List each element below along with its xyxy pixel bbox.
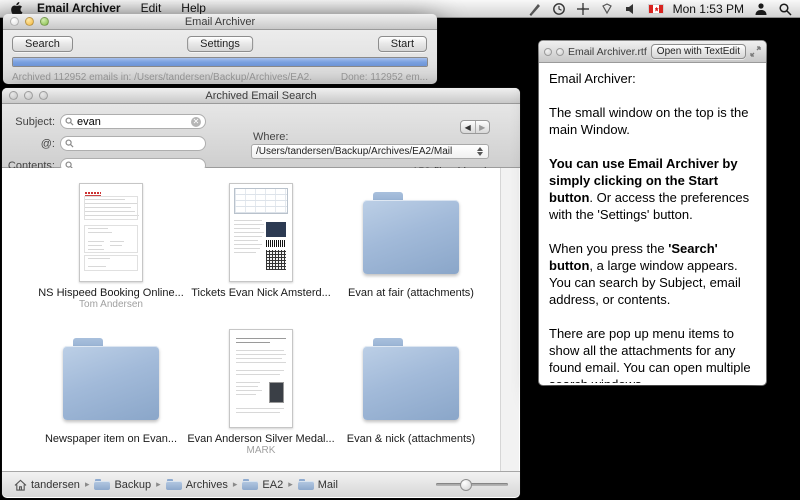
spotlight-search-icon[interactable] [777,1,792,16]
search-icon [65,117,74,126]
zoom-button[interactable] [39,91,48,100]
file-name: Evan at fair (attachments) [348,287,474,299]
folder-icon [298,479,314,490]
search-results-area: NS Hispeed Booking Online...Tom Andersen… [2,168,520,471]
breadcrumb-mail[interactable]: Mail [298,479,338,491]
minimize-button[interactable] [556,48,564,56]
breadcrumb-archives[interactable]: Archives [166,479,228,491]
archiver-titlebar[interactable]: Email Archiver [3,14,437,30]
volume-icon[interactable] [624,1,639,16]
user-icon[interactable] [753,1,768,16]
window-title: Archived Email Search [2,90,520,102]
progress-bar [12,57,428,67]
breadcrumb-separator: ▸ [288,479,293,490]
window-title: Email Archiver.rtf [568,46,647,58]
breadcrumb-separator: ▸ [233,479,238,490]
search-icon [65,139,74,148]
archived-email-search-window: Archived Email Search Subject: ✕ @: Cont… [2,88,520,498]
history-nav-buttons[interactable]: ◀ ▶ [460,120,490,134]
address-input[interactable] [77,138,201,150]
minimize-button[interactable] [25,17,34,26]
start-button[interactable]: Start [378,36,427,52]
email-archiver-window: Email Archiver Search Settings Start Arc… [3,14,437,84]
open-with-textedit-button[interactable]: Open with TextEdit [651,44,746,59]
folder-icon [242,479,258,490]
readme-titlebar[interactable]: Email Archiver.rtf Open with TextEdit [539,41,766,63]
file-item[interactable]: Evan & nick (attachments) [336,324,486,470]
file-item[interactable]: NS Hispeed Booking Online...Tom Andersen [36,178,186,324]
folder-icon [363,190,459,274]
document-icon [79,183,143,282]
slider-knob[interactable] [460,479,472,491]
vertical-scrollbar[interactable] [500,168,519,471]
fullscreen-icon[interactable] [750,46,761,57]
readme-window: Email Archiver.rtf Open with TextEdit Em… [539,41,766,385]
breadcrumb-separator: ▸ [156,479,161,490]
archive-done-text: Done: 112952 em... [341,72,428,83]
file-name: Tickets Evan Nick Amsterd... [191,287,331,299]
icon-size-slider[interactable] [436,479,508,491]
search-button[interactable]: Search [12,36,73,52]
subject-input[interactable] [77,116,188,128]
document-icon [229,329,293,428]
clear-icon[interactable]: ✕ [191,117,201,127]
file-sender: Tom Andersen [79,299,143,310]
file-item[interactable]: Newspaper item on Evan... [36,324,186,470]
back-button[interactable]: ◀ [461,121,476,133]
zoom-button[interactable] [40,17,49,26]
folder-icon [363,336,459,420]
where-value: /Users/tandersen/Backup/Archives/EA2/Mai… [256,146,475,157]
time-machine-icon[interactable] [552,1,567,16]
file-name: Newspaper item on Evan... [45,433,177,445]
close-button[interactable] [544,48,552,56]
address-search-field[interactable] [60,136,206,151]
breadcrumb-backup[interactable]: Backup [94,479,151,491]
path-bar: tandersen ▸ Backup ▸ Archives ▸ EA2 ▸ Ma… [2,471,520,497]
window-title: Email Archiver [3,16,437,28]
file-item[interactable]: Evan Anderson Silver Medal...MARK [186,324,336,470]
minimize-button[interactable] [24,91,33,100]
canada-flag-icon[interactable] [648,4,664,14]
where-dropdown[interactable]: /Users/tandersen/Backup/Archives/EA2/Mai… [251,144,489,159]
shape-icon[interactable] [600,1,615,16]
file-sender: MARK [247,445,276,456]
breadcrumb-ea2[interactable]: EA2 [242,479,283,491]
file-name: Evan Anderson Silver Medal... [187,433,334,445]
file-name: NS Hispeed Booking Online... [38,287,184,299]
search-toolbar: Subject: ✕ @: Contents: ◀ ▶ Wher [2,104,520,168]
close-button[interactable] [9,91,18,100]
folder-icon [166,479,182,490]
archive-status-text: Archived 112952 emails in: /Users/tander… [12,72,312,83]
document-icon [229,183,293,282]
pen-icon[interactable] [528,1,543,16]
forward-button[interactable]: ▶ [476,121,490,133]
subject-label: Subject: [2,116,60,128]
address-label: @: [2,138,60,150]
menu-clock[interactable]: Mon 1:53 PM [673,2,744,16]
home-icon [14,479,27,491]
settings-button[interactable]: Settings [187,36,253,52]
where-label: Where: [253,131,288,143]
file-item[interactable]: Tickets Evan Nick Amsterd... [186,178,336,324]
folder-icon [63,336,159,420]
readme-text: Email Archiver:The small window on the t… [539,63,766,383]
close-button[interactable] [10,17,19,26]
keyboard-access-icon[interactable] [576,1,591,16]
folder-icon [94,479,110,490]
breadcrumb-home[interactable]: tandersen [14,479,80,491]
search-titlebar[interactable]: Archived Email Search [2,88,520,104]
file-name: Evan & nick (attachments) [347,433,475,445]
subject-search-field[interactable]: ✕ [60,114,206,129]
stepper-icon [475,147,484,156]
file-item[interactable]: Evan at fair (attachments) [336,178,486,324]
breadcrumb-separator: ▸ [85,479,90,490]
